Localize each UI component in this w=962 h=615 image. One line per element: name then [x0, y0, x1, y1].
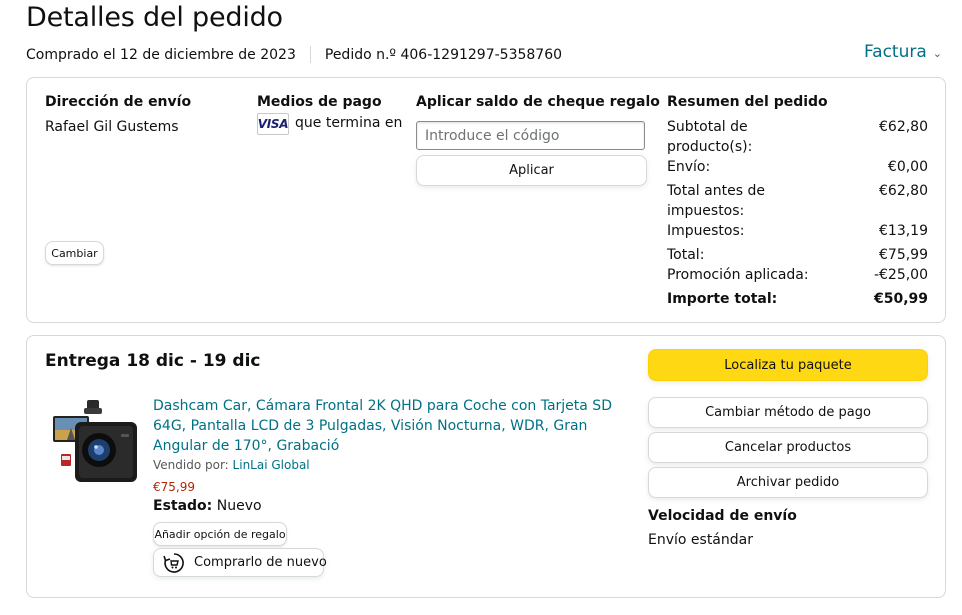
sold-by: Vendido por: LinLai Global [153, 458, 310, 472]
chevron-down-icon: ⌄ [932, 46, 942, 60]
archive-order-button[interactable]: Archivar pedido [648, 467, 928, 498]
purchase-date: Comprado el 12 de diciembre de 2023 [26, 46, 296, 63]
shipping-name: Rafael Gil Gustems [45, 119, 179, 135]
add-gift-option-button[interactable]: Añadir opción de regalo [153, 522, 287, 546]
delivery-heading: Entrega 18 dic - 19 dic [45, 351, 261, 371]
product-title-link[interactable]: Dashcam Car, Cámara Frontal 2K QHD para … [153, 396, 623, 456]
product-condition: Estado: Nuevo [153, 498, 262, 514]
buy-again-button[interactable]: Comprarlo de nuevo [153, 548, 327, 577]
card-ending-text: que termina en [295, 115, 403, 131]
change-payment-button[interactable]: Cambiar método de pago [648, 397, 928, 428]
summary-row-promotion: Promoción aplicada: -€25,00 [667, 267, 928, 283]
shipping-heading: Dirección de envío [45, 94, 192, 110]
shipping-speed-value: Envío estándar [648, 532, 753, 548]
product-price: €75,99 [153, 480, 195, 494]
seller-link[interactable]: LinLai Global [233, 458, 310, 472]
summary-row-shipping: Envío: €0,00 [667, 159, 928, 175]
invoice-dropdown[interactable]: Factura ⌄ [864, 42, 942, 62]
summary-row-pretax: Total antes de impuestos: €62,80 [667, 183, 928, 219]
payment-heading: Medios de pago [257, 94, 382, 110]
summary-row-grand-total: Importe total: €50,99 [667, 291, 928, 307]
cancel-items-button[interactable]: Cancelar productos [648, 432, 928, 463]
delivery-card: Entrega 18 dic - 19 dic Dashcam Car, Cám… [26, 335, 946, 598]
order-number: Pedido n.º 406-1291297-5358760 [324, 46, 563, 63]
change-address-button[interactable]: Cambiar [45, 241, 104, 265]
page-title: Detalles del pedido [26, 2, 283, 33]
visa-card-icon: VISA [257, 113, 289, 135]
summary-heading: Resumen del pedido [667, 94, 828, 110]
summary-row-tax: Impuestos: €13,19 [667, 223, 928, 239]
gift-code-input[interactable] [416, 121, 645, 150]
apply-gift-button[interactable]: Aplicar [416, 155, 647, 186]
meta-divider [309, 46, 311, 63]
order-meta: Comprado el 12 de diciembre de 2023 Pedi… [26, 46, 562, 63]
refresh-cart-icon [162, 551, 186, 575]
invoice-label: Factura [863, 42, 927, 62]
gift-card-heading: Aplicar saldo de cheque regalo [416, 94, 660, 110]
dashcam-product-icon[interactable] [49, 398, 141, 490]
shipping-speed-heading: Velocidad de envío [648, 508, 797, 524]
order-info-card: Dirección de envío Rafael Gil Gustems Ca… [26, 77, 946, 323]
summary-row-subtotal: Subtotal de producto(s): €62,80 [667, 119, 928, 155]
buy-again-label: Comprarlo de nuevo [194, 555, 327, 570]
track-package-button[interactable]: Localiza tu paquete [648, 349, 928, 381]
summary-row-total: Total: €75,99 [667, 247, 928, 263]
